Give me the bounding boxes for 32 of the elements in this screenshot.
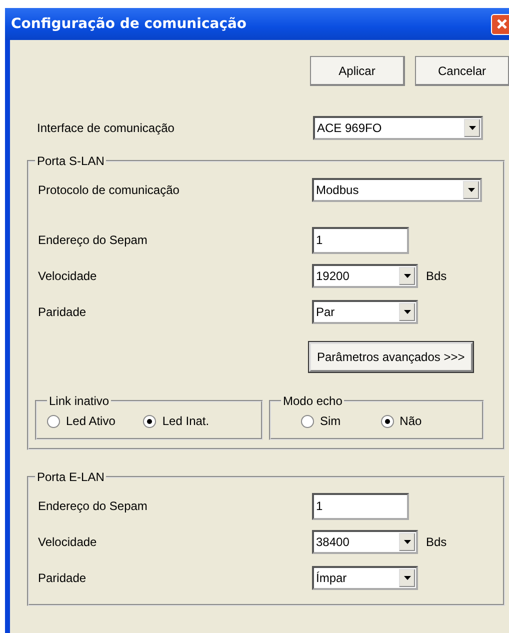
unit-label: Bds [426, 269, 447, 283]
dropdown[interactable]: Modbus [312, 178, 482, 202]
dropdown[interactable]: 19200 [312, 264, 418, 288]
field-label: Paridade [37, 571, 88, 585]
field-label: Interface de comunicação [36, 121, 176, 135]
field-label: Velocidade [37, 269, 98, 283]
field-label: Endereço do Sepam [37, 499, 148, 513]
group-title: Porta S-LAN [36, 154, 106, 168]
advanced-parameters-button[interactable]: Parâmetros avançados >>> [309, 342, 473, 372]
radio-option[interactable]: Led Inat. [143, 414, 210, 428]
dropdown[interactable]: Par [312, 300, 418, 324]
close-button[interactable] [491, 14, 509, 34]
apply-button[interactable]: Aplicar [310, 56, 405, 86]
dropdown[interactable]: ACE 969FO [313, 116, 483, 140]
window-title: Configuração de comunicação [11, 16, 247, 32]
group-title: Modo echo [282, 394, 344, 408]
unit-label: Bds [426, 535, 447, 549]
radio-option[interactable]: Sim [301, 414, 341, 428]
dropdown[interactable]: Ímpar [312, 566, 418, 590]
dropdown[interactable]: 38400 [312, 530, 418, 554]
field-label: Paridade [37, 305, 88, 319]
close-icon [494, 17, 508, 31]
text-field[interactable]: 1 [312, 226, 409, 254]
radio-option[interactable]: Led Ativo [47, 414, 116, 428]
field-label: Velocidade [37, 535, 98, 549]
field-label: Endereço do Sepam [37, 233, 148, 247]
radio-option[interactable]: Não [380, 414, 422, 428]
group-title: Link inativo [48, 394, 110, 408]
cancel-button[interactable]: Cancelar [415, 56, 509, 86]
text-field[interactable]: 1 [312, 492, 409, 520]
group-title: Porta E-LAN [36, 470, 106, 484]
field-label: Protocolo de comunicação [37, 183, 180, 197]
